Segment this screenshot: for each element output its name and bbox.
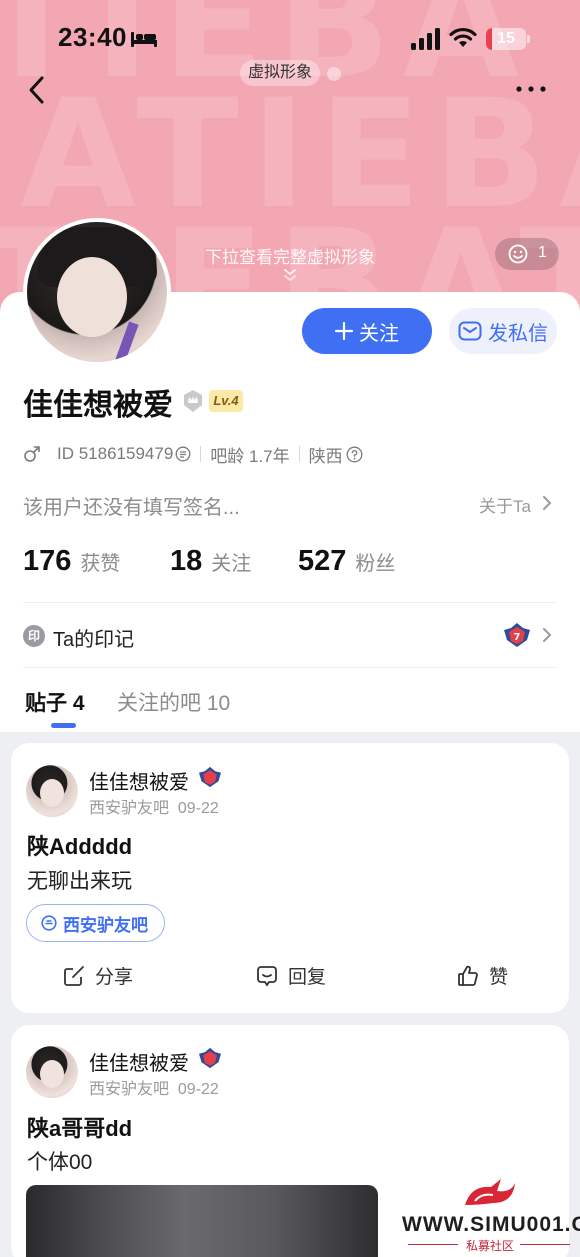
- mark-icon: 印: [23, 625, 45, 647]
- help-icon[interactable]: [346, 446, 363, 463]
- back-icon[interactable]: [24, 74, 52, 106]
- signature: 该用户还没有填写签名...: [23, 497, 240, 519]
- post-meta: 西安驴友吧 09-22: [89, 794, 219, 818]
- more-options-icon[interactable]: [514, 84, 548, 94]
- post-image[interactable]: [26, 1185, 378, 1257]
- send-message-button[interactable]: 发私信: [449, 308, 557, 354]
- username: 佳佳想被爱: [23, 389, 173, 422]
- battery-level: 15: [497, 30, 515, 47]
- site-logo-icon: [465, 1179, 515, 1205]
- stat-likes-label: 获赞: [80, 553, 121, 575]
- tab-followed-bars[interactable]: 关注的吧 10: [117, 687, 230, 717]
- follow-button[interactable]: 关注: [302, 308, 432, 354]
- double-chevron-down-icon: [284, 269, 296, 282]
- divider: [23, 667, 557, 668]
- stat-fans[interactable]: 527 粉丝: [298, 545, 395, 578]
- message-label: 发私信: [488, 322, 548, 345]
- post-body[interactable]: 无聊出来玩: [27, 865, 132, 895]
- comment-icon: [257, 965, 277, 987]
- smile-icon: [508, 244, 528, 264]
- sleep-focus-icon: [131, 32, 157, 47]
- post-title[interactable]: 陕a哥哥dd: [27, 1111, 132, 1143]
- follow-label: 关注: [359, 322, 399, 345]
- chevron-right-icon[interactable]: [541, 494, 553, 512]
- post-date: 09-22: [177, 800, 219, 817]
- visitor-count: 1: [538, 244, 547, 261]
- share-label: 分享: [95, 967, 134, 988]
- post-avatar[interactable]: [26, 765, 78, 817]
- copy-icon[interactable]: [175, 446, 191, 462]
- crown-badge-icon[interactable]: [180, 388, 206, 414]
- profile-info-row: ID 5186159479 吧龄 1.7年 陕西: [23, 442, 363, 466]
- bar-icon: [41, 915, 57, 931]
- post-title[interactable]: 陕Addddd: [27, 829, 132, 861]
- divider: [408, 1244, 458, 1245]
- stat-following-value: 18: [170, 545, 203, 577]
- user-id: ID 5186159479: [57, 444, 174, 463]
- active-tab-indicator: [51, 723, 76, 728]
- svg-text:7: 7: [514, 632, 521, 643]
- divider: [23, 602, 557, 603]
- stat-following[interactable]: 18 关注: [170, 545, 251, 578]
- site-watermark-sub: 私募社区: [466, 1239, 515, 1253]
- stat-fans-label: 粉丝: [355, 553, 396, 575]
- medal-badge-icon: [199, 766, 221, 788]
- mark-label[interactable]: Ta的印记: [53, 623, 134, 652]
- stat-following-label: 关注: [211, 553, 252, 575]
- status-time: 23:40: [58, 22, 127, 52]
- site-watermark-url: WWW.SIMU001.CN: [402, 1213, 580, 1236]
- chevron-right-icon[interactable]: [541, 626, 553, 644]
- avatar[interactable]: [23, 218, 171, 366]
- like-button[interactable]: 赞: [456, 962, 508, 989]
- medal-badge-icon[interactable]: 7: [503, 622, 531, 648]
- pull-down-hint: 下拉查看完整虚拟形象: [205, 248, 375, 267]
- post-forum[interactable]: 西安驴友吧: [89, 1081, 169, 1098]
- mail-icon: [458, 321, 482, 341]
- forum-chip[interactable]: 西安驴友吧: [26, 904, 165, 942]
- stat-fans-value: 527: [298, 545, 347, 577]
- divider: [520, 1244, 570, 1245]
- post-forum[interactable]: 西安驴友吧: [89, 800, 169, 817]
- post-author[interactable]: 佳佳想被爱: [89, 1047, 189, 1076]
- about-link[interactable]: 关于Ta: [479, 492, 531, 517]
- post-author[interactable]: 佳佳想被爱: [89, 766, 189, 795]
- medal-badge-icon: [199, 1047, 221, 1069]
- location: 陕西: [308, 446, 343, 466]
- battery-indicator: 15: [486, 28, 530, 50]
- post-meta: 西安驴友吧 09-22: [89, 1075, 219, 1099]
- virtual-avatar-tag[interactable]: 虚拟形象: [240, 60, 321, 86]
- male-icon: [24, 446, 40, 462]
- share-icon: [64, 965, 84, 986]
- post-avatar[interactable]: [26, 1046, 78, 1098]
- post-card[interactable]: 佳佳想被爱 西安驴友吧 09-22 陕Addddd 无聊出来玩 西安驴友吧 分享…: [11, 743, 569, 1013]
- plus-icon: [335, 322, 353, 340]
- post-body[interactable]: 个体00: [27, 1146, 92, 1176]
- thumbs-up-icon: [458, 965, 478, 986]
- stat-likes[interactable]: 176 获赞: [23, 545, 120, 578]
- tab-posts[interactable]: 贴子 4: [25, 687, 85, 717]
- post-date: 09-22: [177, 1081, 219, 1098]
- wifi-icon: [449, 27, 477, 47]
- share-button[interactable]: 分享: [62, 962, 133, 989]
- reply-label: 回复: [288, 967, 327, 988]
- stat-likes-value: 176: [23, 545, 72, 577]
- like-label: 赞: [489, 967, 509, 988]
- virtual-avatar-dot: [327, 67, 341, 81]
- bar-age: 吧龄 1.7年: [210, 446, 290, 466]
- cellular-signal-icon: [411, 28, 440, 50]
- forum-chip-label: 西安驴友吧: [63, 915, 148, 935]
- level-badge[interactable]: Lv.4: [209, 390, 243, 412]
- reply-button[interactable]: 回复: [255, 962, 326, 989]
